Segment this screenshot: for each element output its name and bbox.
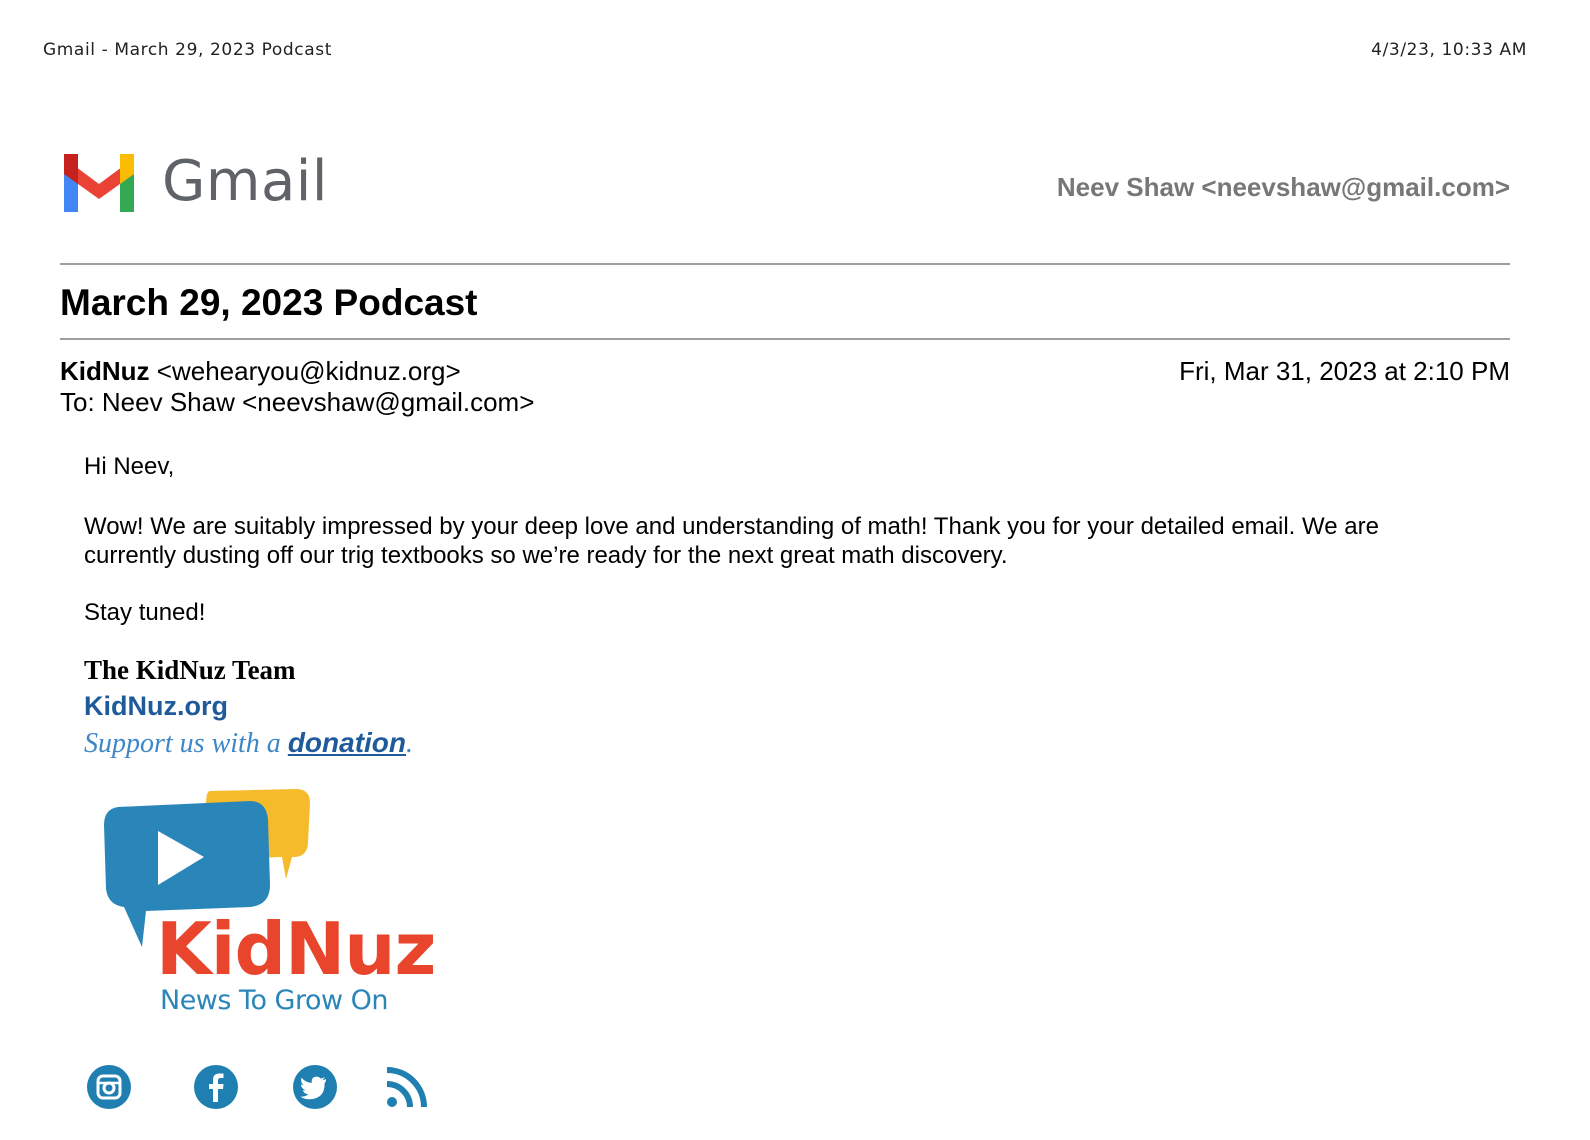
gmail-m-icon xyxy=(58,150,140,214)
support-prefix: Support us with a xyxy=(84,728,288,759)
print-header: Gmail - March 29, 2023 Podcast 4/3/23, 1… xyxy=(43,40,1527,60)
gmail-wordmark: Gmail xyxy=(162,149,328,214)
print-timestamp: 4/3/23, 10:33 AM xyxy=(1371,40,1527,60)
account-label: Neev Shaw <neevshaw@gmail.com> xyxy=(1056,172,1510,202)
kidnuz-tagline: News To Grow On xyxy=(160,985,389,1016)
signature-team: The KidNuz Team xyxy=(84,655,296,685)
sender: KidNuz <wehearyou@kidnuz.org> xyxy=(60,356,461,387)
instagram-icon[interactable] xyxy=(86,1064,132,1110)
support-line: Support us with a donation. xyxy=(84,728,413,758)
greeting: Hi Neev, xyxy=(84,453,175,480)
donation-link[interactable]: donation xyxy=(288,727,406,758)
sender-name: KidNuz xyxy=(60,356,150,386)
support-suffix: . xyxy=(406,728,414,759)
twitter-icon[interactable] xyxy=(292,1064,338,1110)
rss-icon[interactable] xyxy=(384,1064,430,1110)
kidnuz-logo[interactable]: KidNuz News To Grow On xyxy=(100,785,436,1025)
facebook-icon[interactable] xyxy=(193,1064,239,1110)
email-subject: March 29, 2023 Podcast xyxy=(60,282,478,323)
sender-email: <wehearyou@kidnuz.org> xyxy=(156,356,461,386)
divider xyxy=(60,263,1510,265)
divider xyxy=(60,338,1510,340)
kidnuz-wordmark: KidNuz xyxy=(156,907,436,991)
gmail-brand[interactable]: Gmail xyxy=(58,150,328,214)
body-paragraph: Wow! We are suitably impressed by your d… xyxy=(84,513,1379,569)
recipient: To: Neev Shaw <neevshaw@gmail.com> xyxy=(60,387,535,417)
closing: Stay tuned! xyxy=(84,599,206,626)
print-title: Gmail - March 29, 2023 Podcast xyxy=(43,40,332,60)
website-link[interactable]: KidNuz.org xyxy=(84,692,228,721)
email-date: Fri, Mar 31, 2023 at 2:10 PM xyxy=(1179,356,1510,386)
